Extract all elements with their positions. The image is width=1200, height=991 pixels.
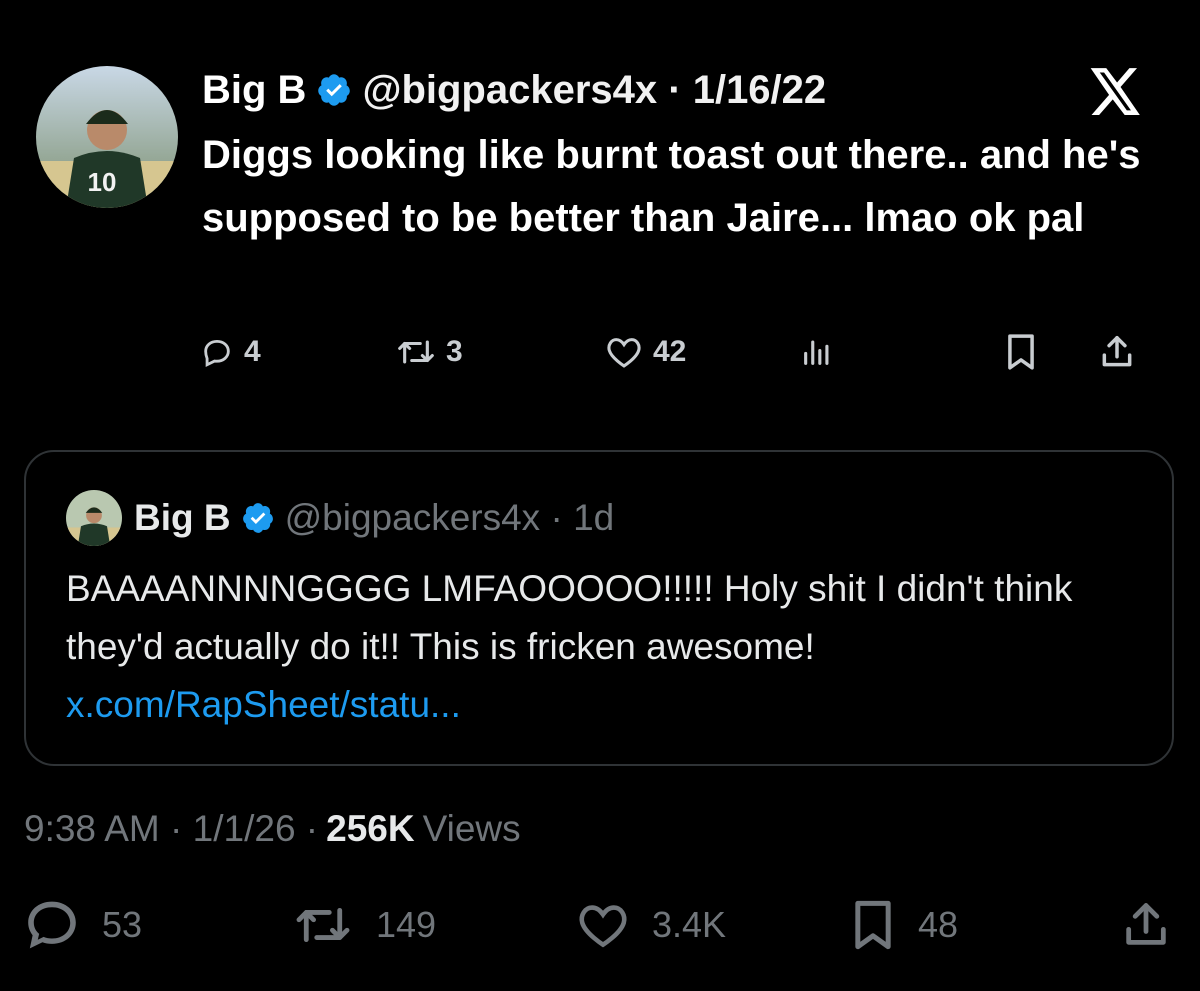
action-bar: 53 149 3.4K 48 [0,890,1200,960]
handle[interactable]: @bigpackers4x [285,497,541,539]
bookmark-icon [850,899,896,951]
reply-count: 53 [102,904,143,945]
embedded-tweet-screenshot: 10 Big B @bigpackers4x · 1/16/22 Diggs l… [0,0,1200,430]
tweet-date[interactable]: 1/16/22 [693,68,826,113]
jersey-number: 10 [88,167,117,197]
old-repost-button[interactable]: 3 [396,328,463,376]
repost-count: 3 [446,335,463,368]
separator-dot: · [657,67,693,112]
old-tweet-actions: 4 3 42 [200,328,1160,376]
verified-badge-icon [316,72,352,108]
repost-count: 149 [376,904,437,945]
handle[interactable]: @bigpackers4x [362,68,657,113]
like-icon [576,901,630,949]
display-name[interactable]: Big B [134,497,231,539]
old-bookmark-button[interactable] [1004,328,1038,376]
separator-dot: · [295,808,319,849]
verified-badge-icon [241,501,275,535]
reply-icon [24,899,80,951]
tweet-link[interactable]: x.com/RapSheet/statu... [66,684,461,725]
old-views-button[interactable] [800,328,834,376]
like-icon [605,335,643,369]
reply-button[interactable]: 53 [24,890,142,960]
x-logo-icon [1090,68,1142,116]
tweet-age[interactable]: 1d [573,497,614,539]
tweet-meta: 9:38 AM · 1/1/26 · 256K Views [24,802,521,856]
repost-icon [292,902,354,948]
old-like-button[interactable]: 42 [605,328,686,376]
repost-button[interactable]: 149 [292,890,436,960]
old-share-button[interactable] [1098,328,1136,376]
quoted-tweet-body: BAAAANNNNGGGG LMFAOOOOO!!!!! Holy shit I… [66,568,1073,667]
repost-icon [396,335,436,369]
share-button[interactable] [1120,890,1172,960]
like-count: 42 [653,335,687,368]
display-name[interactable]: Big B [202,68,306,113]
like-count: 3.4K [652,904,727,945]
share-icon [1120,899,1172,951]
views-icon [800,335,834,369]
quoted-tweet-header: Big B @bigpackers4x · 1d [66,490,614,546]
old-tweet-header: Big B @bigpackers4x · 1/16/22 [202,64,826,116]
reply-count: 4 [244,335,261,368]
quoted-tweet-text: BAAAANNNNGGGG LMFAOOOOO!!!!! Holy shit I… [66,560,1146,734]
separator-dot: · [159,808,193,849]
like-button[interactable]: 3.4K [576,890,726,960]
avatar[interactable]: 10 [36,66,178,208]
separator-dot: · [540,497,574,538]
reply-icon [200,335,234,369]
bookmark-icon [1004,333,1038,371]
old-tweet-text: Diggs looking like burnt toast out there… [202,133,1141,240]
post-date[interactable]: 1/1/26 [193,808,296,850]
views-label: Views [422,808,521,849]
bookmark-button[interactable]: 48 [850,890,958,960]
share-icon [1098,333,1136,371]
avatar[interactable] [66,490,122,546]
old-reply-button[interactable]: 4 [200,328,261,376]
bookmark-count: 48 [918,904,959,945]
post-time[interactable]: 9:38 AM [24,808,160,850]
views-count: 256K [326,808,415,849]
